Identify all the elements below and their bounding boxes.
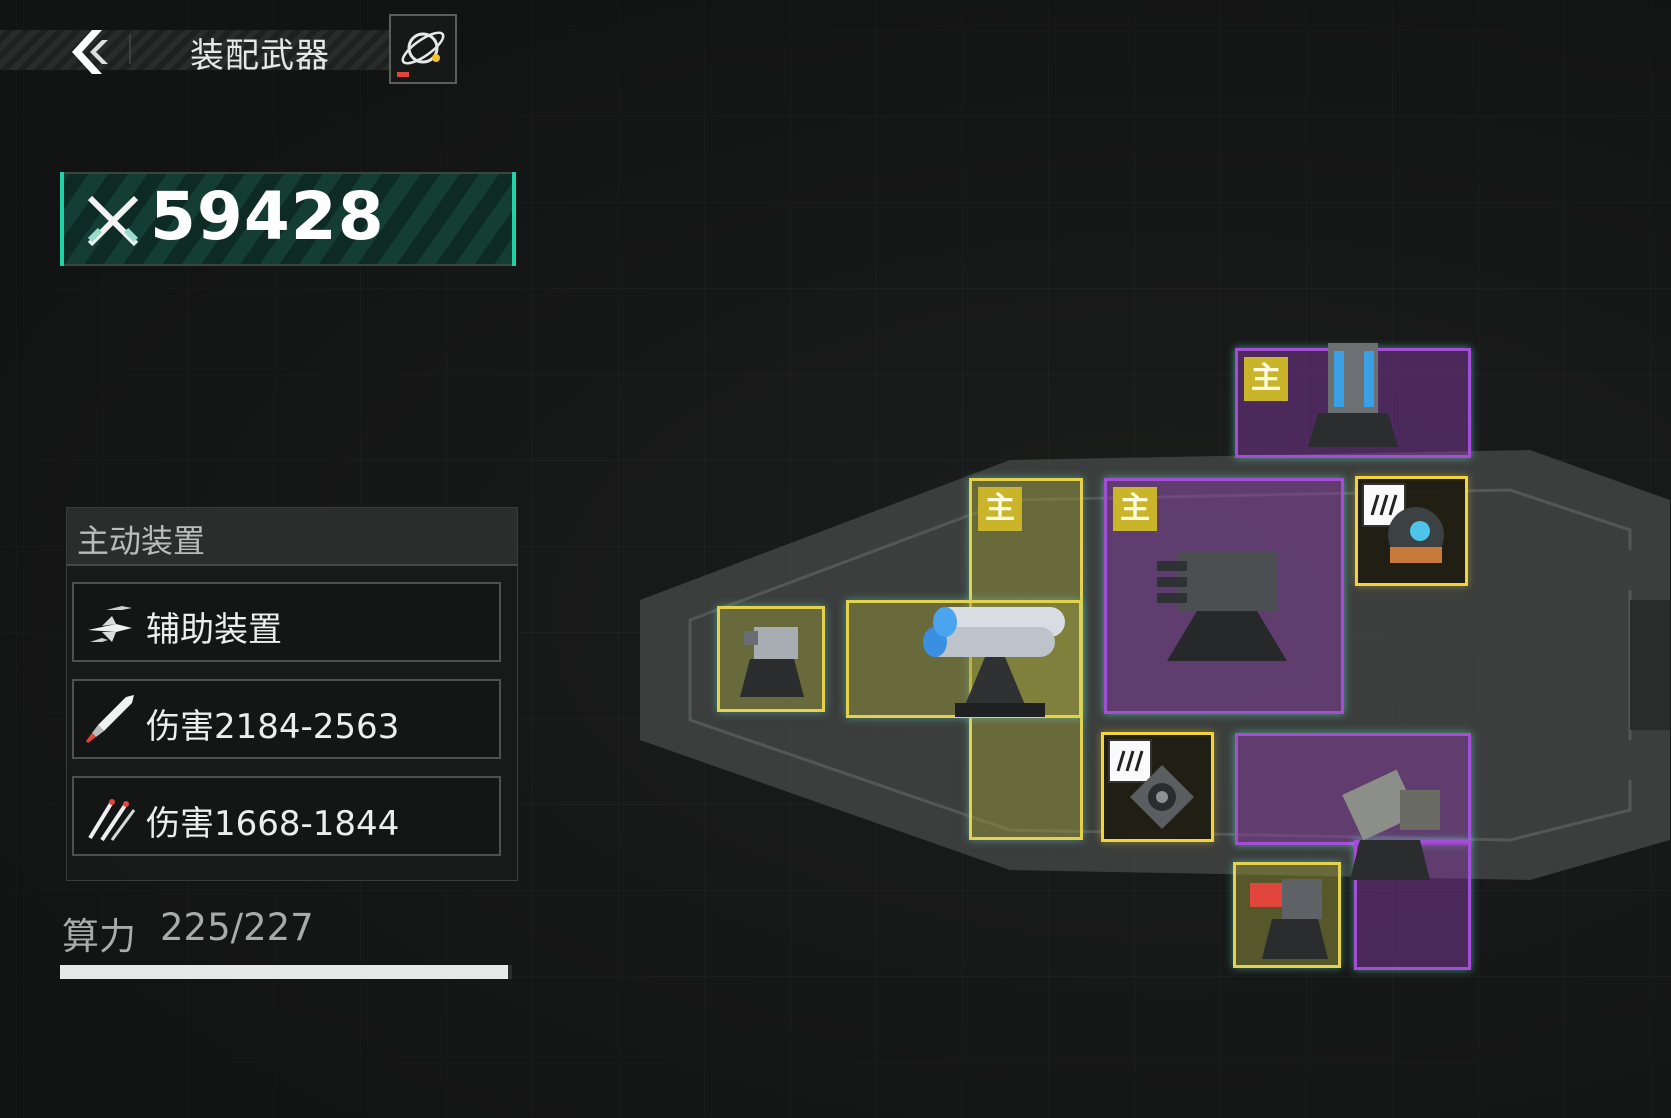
rotary-launcher-icon bbox=[1157, 551, 1287, 661]
shield-generator-icon bbox=[1388, 507, 1444, 563]
weapon-slot-gatling[interactable] bbox=[1233, 862, 1341, 968]
compute-progress-fill bbox=[60, 965, 508, 979]
fighter-squad-icon bbox=[88, 606, 132, 642]
missile-icon bbox=[86, 695, 134, 743]
heavy-turret-icon bbox=[1308, 343, 1398, 447]
gatling-turret-icon bbox=[1250, 879, 1328, 959]
weapon-slot-small-turret[interactable] bbox=[717, 606, 825, 712]
compute-value: 225/227 bbox=[160, 906, 314, 949]
page-title: 装配武器 bbox=[190, 36, 330, 76]
main-badge: 主 bbox=[1244, 357, 1288, 401]
device-label: 伤害2184-2563 bbox=[146, 707, 400, 747]
back-button[interactable] bbox=[62, 24, 118, 80]
device-slot-support[interactable]: 辅助装置 bbox=[72, 582, 501, 662]
compute-label: 算力 bbox=[62, 915, 136, 958]
combat-power-value: 59428 bbox=[150, 178, 385, 255]
device-label: 辅助装置 bbox=[146, 610, 282, 650]
weapon-slot-main-turret[interactable]: 主 bbox=[1235, 343, 1471, 458]
header-divider bbox=[129, 34, 131, 64]
reactor-device-icon bbox=[1130, 765, 1194, 829]
weapon-slot-device[interactable] bbox=[1101, 732, 1214, 842]
compute-progress-bar bbox=[60, 965, 512, 979]
panel-header: 主动装置 bbox=[67, 508, 517, 566]
main-badge: 主 bbox=[978, 487, 1022, 531]
small-turret-icon bbox=[740, 627, 804, 697]
weapon-slot-main-launcher[interactable]: 主 bbox=[1104, 478, 1344, 714]
device-slot-barrage[interactable]: 伤害1668-1844 bbox=[72, 776, 501, 856]
active-device-panel: 主动装置 辅助装置 伤害2184-2563 伤害1668-1844 bbox=[66, 507, 518, 881]
back-arrow-icon bbox=[72, 30, 108, 74]
device-slot-missile[interactable]: 伤害2184-2563 bbox=[72, 679, 501, 759]
missile-rack-icon bbox=[1342, 769, 1440, 880]
planet-icon bbox=[397, 31, 445, 77]
plasma-cannon-icon bbox=[923, 607, 1065, 717]
device-label: 伤害1668-1844 bbox=[146, 804, 400, 844]
weapon-slot-shield[interactable] bbox=[1355, 476, 1468, 586]
panel-title: 主动装置 bbox=[77, 522, 206, 560]
missile-barrage-icon bbox=[88, 799, 136, 842]
combat-power-panel: 59428 bbox=[60, 172, 516, 266]
crossed-swords-icon bbox=[87, 195, 139, 247]
planet-button[interactable] bbox=[389, 14, 457, 84]
